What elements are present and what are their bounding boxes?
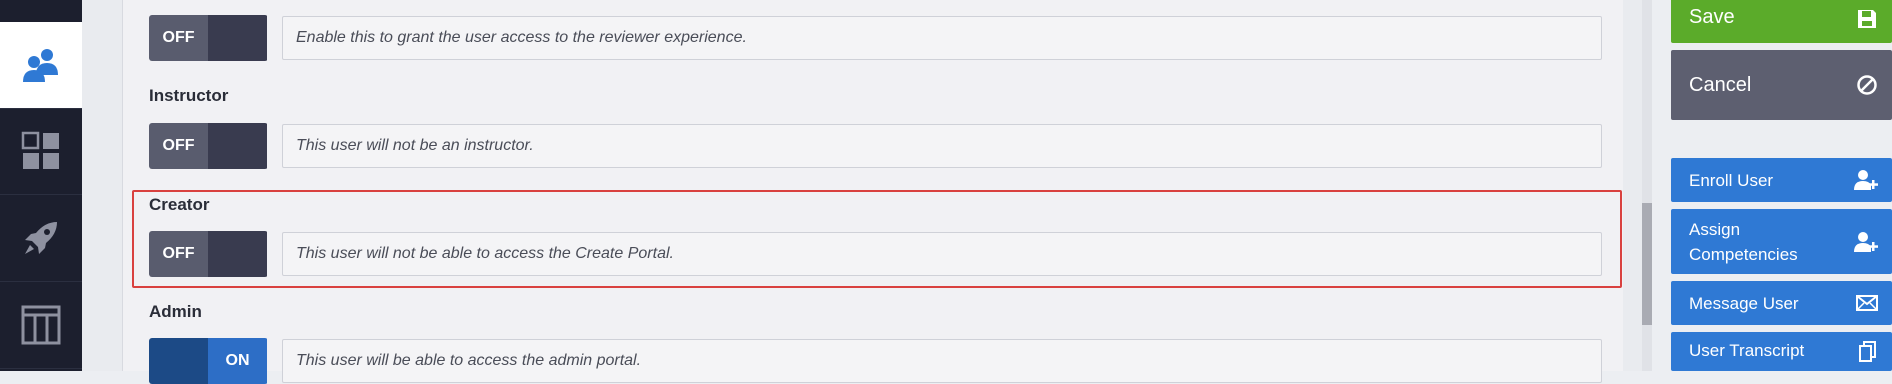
save-label: Save (1689, 6, 1735, 28)
columns-icon (21, 305, 61, 345)
admin-toggle[interactable]: ON (149, 338, 268, 384)
creator-highlight-box (132, 190, 1622, 288)
enroll-user-label: Enroll User (1689, 170, 1774, 190)
toggle-knob (208, 15, 267, 61)
nav-item-launch[interactable] (0, 195, 82, 282)
users-icon (23, 49, 58, 82)
add-user-icon (1854, 169, 1878, 191)
message-user-label: Message User (1689, 293, 1799, 313)
rocket-icon (25, 222, 57, 254)
reviewer-description: Enable this to grant the user access to … (282, 16, 1602, 60)
toggle-label: ON (208, 338, 267, 384)
toggle-knob (208, 123, 267, 169)
save-button[interactable]: Save (1671, 0, 1892, 43)
assign-competencies-label-line2: Competencies (1689, 244, 1798, 264)
envelope-icon (1856, 295, 1878, 311)
copy-icon (1858, 340, 1878, 363)
instructor-description: This user will not be an instructor. (282, 124, 1602, 168)
user-transcript-label: User Transcript (1689, 341, 1805, 360)
floppy-disk-icon (1856, 8, 1878, 30)
dashboard-grid-icon (21, 131, 59, 169)
message-user-button[interactable]: Message User (1671, 281, 1892, 325)
add-user-icon (1854, 231, 1878, 253)
nav-item-layout[interactable] (0, 282, 82, 369)
scrollbar-thumb[interactable] (1642, 203, 1652, 325)
instructor-label: Instructor (149, 86, 229, 105)
nav-item-dashboard[interactable] (0, 108, 82, 195)
admin-label: Admin (149, 302, 202, 321)
left-nav (0, 0, 82, 371)
toggle-knob (149, 338, 208, 384)
admin-description: This user will be able to access the adm… (282, 339, 1602, 383)
cancel-label: Cancel (1689, 73, 1752, 96)
cancel-button[interactable]: Cancel (1671, 50, 1892, 120)
enroll-user-button[interactable]: Enroll User (1671, 158, 1892, 202)
assign-competencies-label-line1: Assign (1689, 219, 1741, 239)
assign-competencies-label-group: Assign Competencies (1689, 217, 1798, 267)
nav-item-users[interactable] (0, 22, 82, 109)
reviewer-toggle[interactable]: OFF (149, 15, 268, 61)
user-transcript-button[interactable]: User Transcript (1671, 332, 1892, 371)
ban-icon (1856, 74, 1878, 96)
assign-competencies-button[interactable]: Assign Competencies (1671, 209, 1892, 274)
toggle-label: OFF (149, 123, 208, 169)
instructor-toggle[interactable]: OFF (149, 123, 268, 169)
toggle-label: OFF (149, 15, 208, 61)
